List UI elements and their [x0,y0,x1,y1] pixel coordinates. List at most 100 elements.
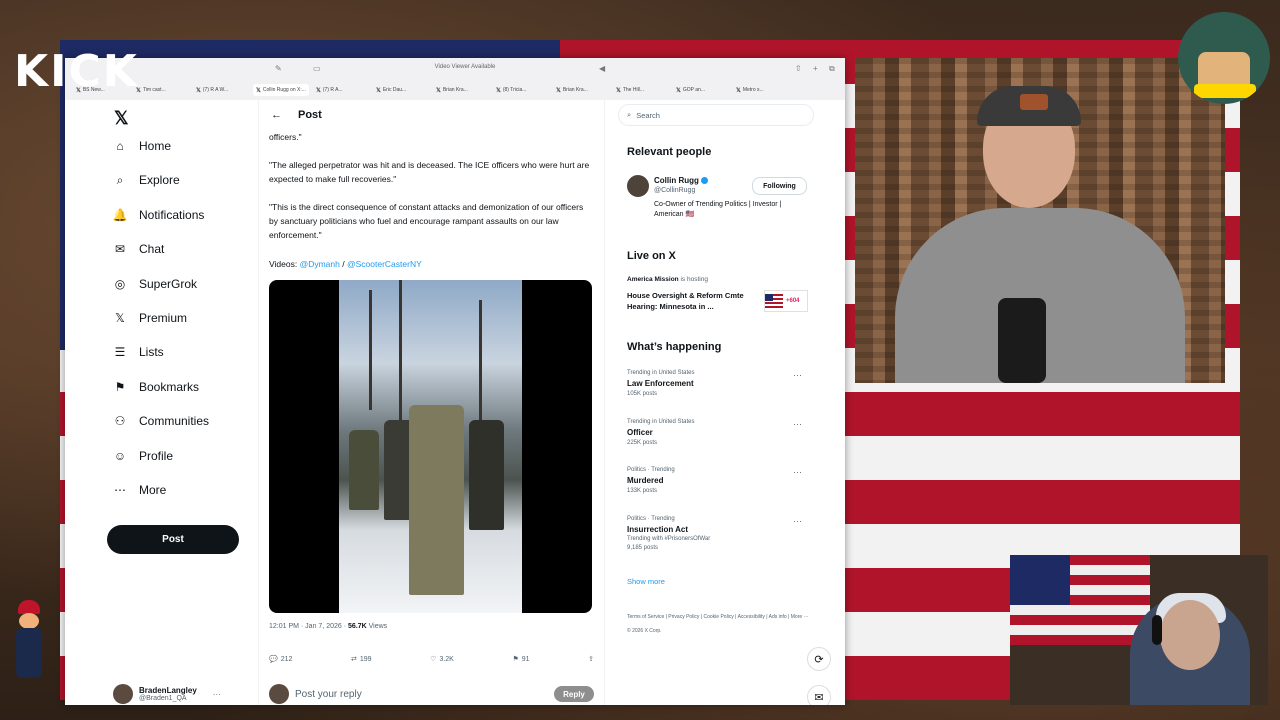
post-detail-column: ← Post officers." "The alleged perpetrat… [258,100,605,705]
x-favicon-icon: 𝕏 [256,87,261,94]
tab-label: The Hill... [622,87,644,93]
like-action[interactable]: ♡ 3.2K [430,651,454,667]
post-meta: 12:01 PM · Jan 7, 2026 · 56.7K Views [269,623,387,630]
browser-tab[interactable]: 𝕏 Collin Rugg on X:... [253,84,309,96]
trend-extra: Trending with #PrisonersOfWar [627,535,711,542]
video-player[interactable] [269,280,592,613]
list-icon: ☰ [114,345,126,360]
avatar [627,175,649,197]
person-name: Collin Rugg [654,176,699,185]
trend-item[interactable]: Politics · Trending Insurrection Act Trend… [627,516,812,560]
nav-item-notifications[interactable]: 🔔 Notifications [113,203,205,227]
more-icon: ⋯ [114,483,126,497]
x-page: 𝕏 ⌂ Home ⌕ Explore 🔔 Notifications ✉ Chat ◎ Super… [65,100,845,705]
nav-item-communities[interactable]: ⚇ Communities [113,409,209,433]
browser-tab[interactable]: 𝕏 (8) Tricia... [493,84,549,96]
tab-overview-icon[interactable]: ⧉ [829,64,835,74]
live-host-name: America Mission [627,276,679,283]
separator: / [342,259,345,269]
nav-item-more[interactable]: ⋯ More [113,478,166,502]
trend-item[interactable]: Trending in United States Officer 225K pos… [627,419,812,463]
share-action[interactable]: ⇪ [588,651,594,667]
nav-item-label: Notifications [139,207,205,222]
tree [399,280,402,430]
pencil-icon[interactable]: ✎ [275,64,282,73]
post-button[interactable]: Post [107,525,239,554]
flag-icon [765,294,783,308]
tree [479,300,482,420]
reply-action[interactable]: 💬 212 [269,651,292,667]
browser-tab[interactable]: 𝕏 Tim cast... [133,84,189,96]
avatar [269,684,289,704]
x-favicon-icon: 𝕏 [676,87,681,94]
more-icon[interactable]: ··· [213,690,221,699]
bookmark-action[interactable]: ⚑ 91 [512,651,529,667]
nav-item-profile[interactable]: ☺ Profile [113,444,173,468]
post-text-1: officers." [269,132,302,142]
nav-item-label: Chat [139,242,165,257]
nav-item-lists[interactable]: ☰ Lists [113,340,164,364]
reply-input[interactable]: Post your reply [295,689,548,700]
mention-link[interactable]: @Dymanh [300,259,340,269]
post-text-3: "This is the direct consequence of const… [269,202,584,240]
following-button[interactable]: Following [752,177,807,195]
person-handle: @CollinRugg [654,187,696,194]
reply-count: 212 [280,655,293,663]
person-figure [469,420,504,530]
account-switcher[interactable]: BradenLangley @Braden1_QA ··· [113,683,253,705]
right-sidebar: ⌕ Search Relevant people Collin Rugg @Co… [618,100,818,705]
x-favicon-icon: 𝕏 [376,87,381,94]
main-webcam-feed [855,58,1225,383]
browser-tab[interactable]: 𝕏 The Hill... [613,84,669,96]
reply-composer: Post your reply Reply [269,683,594,705]
browser-tab[interactable]: 𝕏 Eric Dau... [373,84,429,96]
tab-icon[interactable]: ▭ [313,64,321,73]
live-space-card[interactable]: America Mission is hosting House Oversig… [627,276,812,316]
browser-tab[interactable]: 𝕏 Brian Kra... [553,84,609,96]
reply-button[interactable]: Reply [554,686,594,702]
browser-tab[interactable]: 𝕏 (7) R A... [313,84,369,96]
more-icon[interactable]: ··· [793,370,802,380]
window-title: Video Viewer Available [434,64,496,70]
search-input[interactable]: ⌕ Search [618,104,814,126]
more-icon[interactable]: ··· [793,467,802,477]
nav-item-bookmarks[interactable]: ⚑ Bookmarks [113,375,199,399]
post-text-2: "The alleged perpetrator was hit and is … [269,160,590,184]
views-label: Views [366,623,388,630]
repost-action[interactable]: ⇄ 199 [351,651,372,667]
nav-item-chat[interactable]: ✉ Chat [113,237,164,261]
person-figure [349,430,379,510]
back-arrow-icon[interactable]: ← [271,109,282,121]
relevant-person-card[interactable]: Collin Rugg @CollinRugg Co-Owner of Tren… [627,175,812,225]
footer-links[interactable]: Terms of Service | Privacy Policy | Cook… [627,610,812,638]
show-more-link[interactable]: Show more [627,577,665,586]
profile-icon: ☺ [113,448,127,463]
new-tab-icon[interactable]: + [813,64,818,73]
messages-icon[interactable]: ✉ [807,685,831,705]
browser-tab[interactable]: 𝕏 Metro s... [733,84,789,96]
trend-item[interactable]: Trending in United States Law Enforcement… [627,370,812,414]
trend-item[interactable]: Politics · Trending Murdered 133K posts ··· [627,467,812,511]
trend-posts: 105K posts [627,391,658,397]
browser-tab[interactable]: 𝕏 Brian Kra... [433,84,489,96]
mention-link[interactable]: @ScooterCasterNY [347,259,422,269]
share-icon[interactable]: ⇧ [795,64,802,73]
share-icon: ⇪ [588,656,594,663]
nav-item-explore[interactable]: ⌕ Explore [113,168,180,192]
browser-tab[interactable]: 𝕏 GOP an... [673,84,729,96]
audio-icon[interactable]: ◀ [599,64,605,73]
more-icon[interactable]: ··· [793,516,802,526]
more-icon[interactable]: ··· [793,419,802,429]
x-logo-icon[interactable]: 𝕏 [114,108,129,129]
nav-item-label: Bookmarks [139,379,200,394]
microphone [998,298,1046,383]
nav-item-supergrok[interactable]: ◎ SuperGrok [113,272,197,296]
left-navigation: 𝕏 ⌂ Home ⌕ Explore 🔔 Notifications ✉ Chat ◎ Super… [105,100,255,705]
nav-item-premium[interactable]: 𝕏 Premium [113,306,187,330]
x-icon: 𝕏 [115,311,125,325]
browser-toolbar: ✎ ▭ Video Viewer Available ◀ ⇧ + ⧉ [65,62,845,80]
tab-label: Eric Dau... [382,87,407,93]
grok-icon[interactable]: ⟳ [807,647,831,671]
browser-tab[interactable]: 𝕏 (7) R A W... [193,84,249,96]
nav-item-home[interactable]: ⌂ Home [113,134,171,158]
